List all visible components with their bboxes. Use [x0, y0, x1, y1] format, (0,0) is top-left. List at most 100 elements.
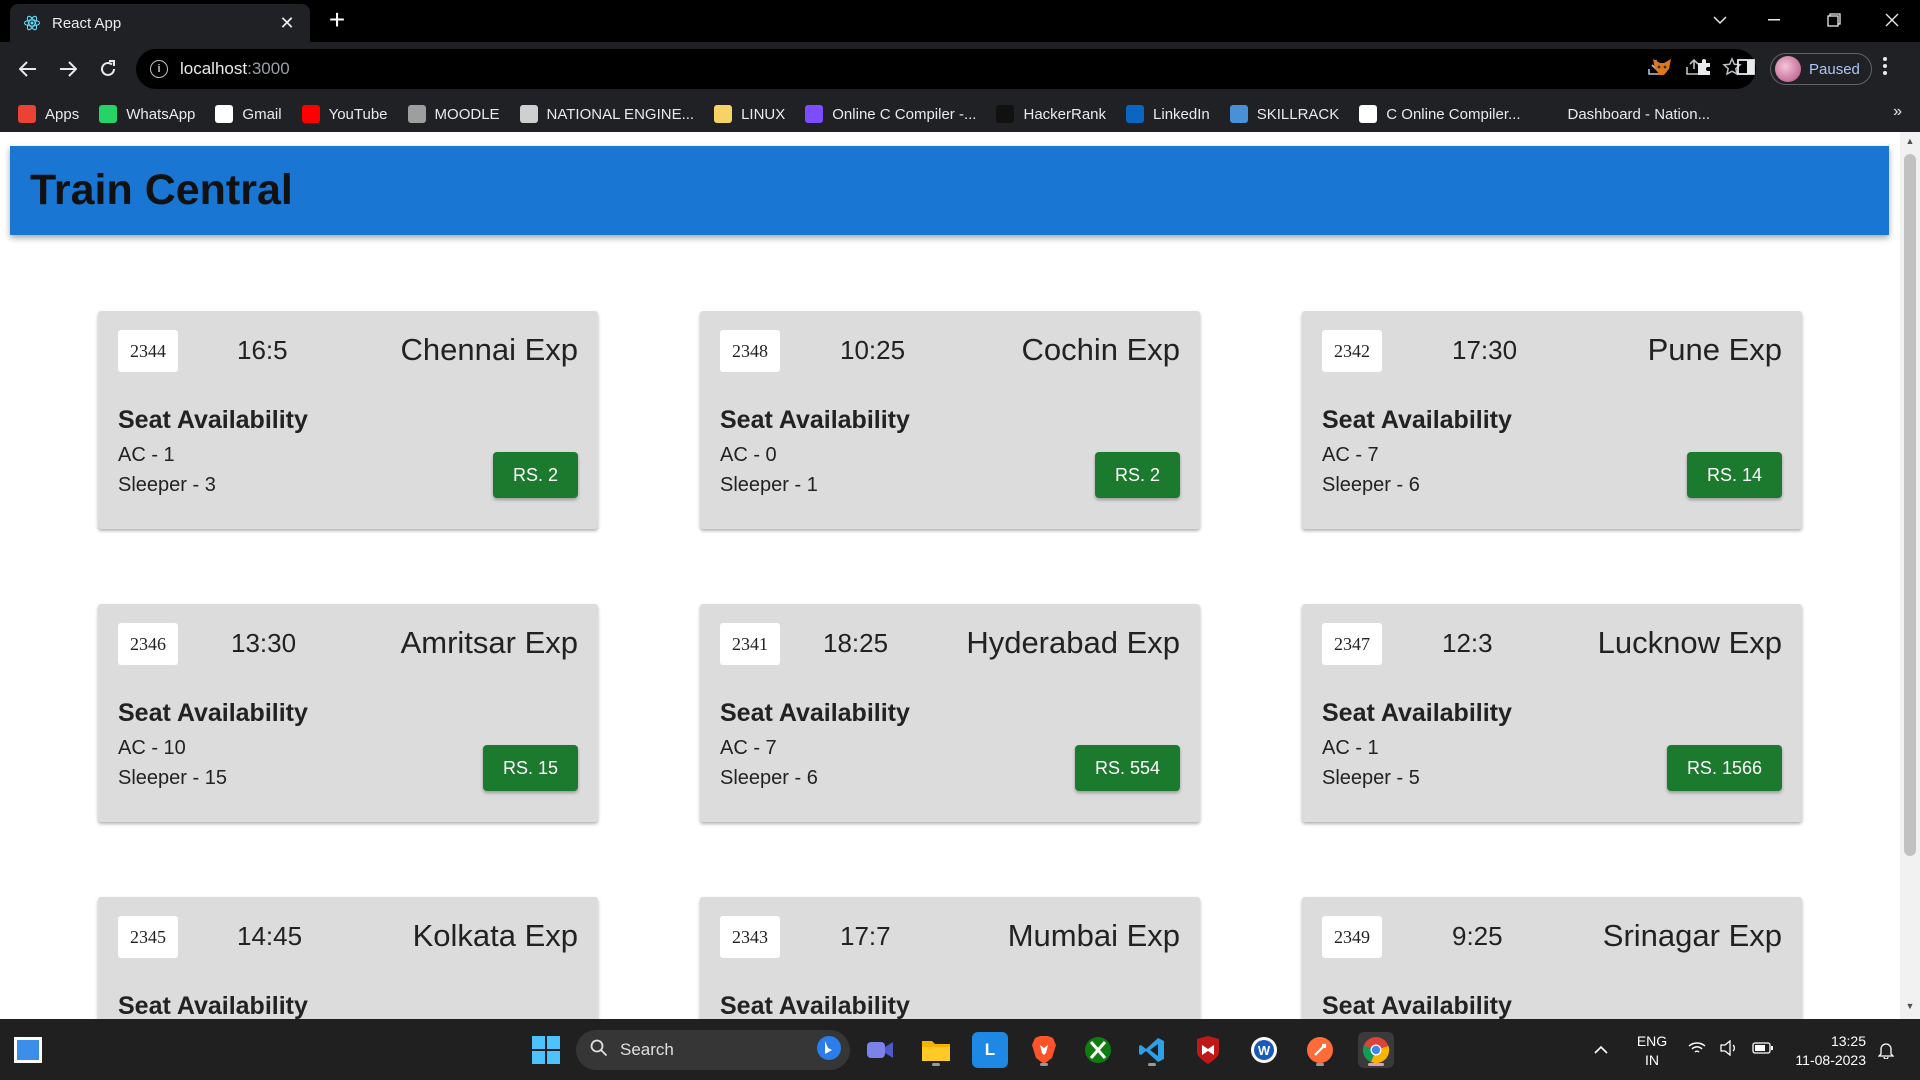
train-name: Cochin Exp: [1021, 332, 1180, 367]
bookmark-item[interactable]: LINUX: [714, 105, 785, 123]
ac-seats: AC - 1: [118, 444, 175, 466]
file-explorer-icon[interactable]: [918, 1032, 954, 1068]
bookmark-item[interactable]: C Online Compiler...: [1359, 105, 1521, 123]
side-panel-icon[interactable]: [1734, 55, 1758, 79]
bookmark-item[interactable]: LinkedIn: [1126, 105, 1210, 123]
taskbar-search-box[interactable]: Search: [576, 1030, 850, 1070]
price-button[interactable]: RS. 2: [1094, 452, 1180, 498]
bookmarks-bar: Apps WhatsApp Gmail YouTube MOODLE NATIONAL E…: [0, 96, 1920, 132]
clock-date: 11-08-2023: [1795, 1052, 1866, 1068]
bookmark-item[interactable]: NATIONAL ENGINE...: [519, 105, 694, 123]
new-tab-button[interactable]: +: [322, 6, 352, 36]
meet-icon[interactable]: [862, 1032, 898, 1068]
price-button[interactable]: RS. 554: [1074, 745, 1180, 791]
train-number: 2343: [720, 916, 780, 958]
bookmark-item[interactable]: SKILLRACK: [1229, 105, 1340, 123]
departure-time: 12:3: [1442, 628, 1493, 658]
restore-button[interactable]: [1806, 0, 1862, 40]
bookmark-label: SKILLRACK: [1256, 105, 1340, 123]
scroll-up-arrow-icon[interactable]: ▲: [1900, 136, 1920, 152]
price-button[interactable]: RS. 2: [492, 452, 578, 498]
train-name: Pune Exp: [1647, 332, 1782, 367]
word-icon[interactable]: W: [1246, 1032, 1282, 1068]
bookmark-item[interactable]: MOODLE: [407, 105, 500, 123]
price-button[interactable]: RS. 1566: [1666, 745, 1782, 791]
active-indicator: [1368, 1063, 1384, 1066]
train-name: Srinagar Exp: [1602, 918, 1782, 953]
browser-tab[interactable]: React App ✕: [10, 4, 310, 42]
running-indicator: [1148, 1063, 1156, 1066]
train-name: Kolkata Exp: [412, 918, 578, 953]
forward-button[interactable]: [54, 55, 82, 83]
screen: React App ✕ + i localhost:3000 Paused Ap…: [0, 0, 1920, 1080]
profile-button[interactable]: Paused: [1770, 53, 1872, 85]
mcafee-icon[interactable]: [1190, 1032, 1226, 1068]
bookmark-item[interactable]: HackerRank: [996, 105, 1106, 123]
app-title: Train Central: [30, 166, 293, 214]
tab-search-chevron-icon[interactable]: [1692, 0, 1748, 40]
bookmark-item[interactable]: YouTube: [301, 105, 388, 123]
more-menu-icon[interactable]: [1882, 56, 1888, 82]
sleeper-seats: Sleeper - 15: [118, 767, 227, 789]
taskbar-clock[interactable]: 13:25 11-08-2023: [1786, 1032, 1866, 1070]
url-port: :3000: [247, 59, 290, 78]
language-line-2: IN: [1645, 1052, 1659, 1068]
metamask-fox-icon[interactable]: [1650, 55, 1674, 79]
show-hidden-icons-chevron-icon[interactable]: [1594, 1019, 1608, 1080]
train-number: 2348: [720, 330, 780, 372]
svg-text:W: W: [1258, 1043, 1271, 1058]
price-button[interactable]: RS. 15: [482, 745, 578, 791]
scrollbar-thumb[interactable]: [1904, 154, 1916, 856]
site-info-icon[interactable]: i: [150, 60, 168, 78]
close-window-button[interactable]: [1864, 0, 1920, 40]
language-line-1: ENG: [1636, 1033, 1668, 1049]
minimize-button[interactable]: [1746, 0, 1802, 40]
postman-icon[interactable]: [1302, 1032, 1338, 1068]
train-number: 2341: [720, 623, 780, 665]
page-viewport: Train Central 2344 16:5 Chennai Exp Seat Av…: [0, 132, 1920, 1019]
page-scrollbar[interactable]: ▲ ▼: [1900, 132, 1920, 1019]
chrome-icon[interactable]: [1358, 1032, 1394, 1068]
bookmark-label: LinkedIn: [1153, 105, 1210, 123]
tab-close-icon[interactable]: ✕: [276, 13, 298, 34]
search-icon: [590, 1039, 608, 1062]
reload-button[interactable]: [94, 55, 122, 83]
browser-toolbar: i localhost:3000 Paused: [0, 42, 1920, 96]
google-icon: [215, 105, 234, 123]
search-label: Search: [620, 1040, 674, 1059]
bookmark-item[interactable]: WhatsApp: [99, 105, 195, 123]
bookmarks-overflow-icon[interactable]: »: [1893, 103, 1902, 121]
language-indicator[interactable]: ENG IN: [1632, 1032, 1672, 1070]
l-app-icon[interactable]: L: [972, 1032, 1008, 1068]
ac-seats: AC - 7: [720, 737, 777, 759]
scroll-down-arrow-icon[interactable]: ▼: [1900, 1001, 1920, 1017]
departure-time: 16:5: [237, 335, 288, 365]
ac-seats: AC - 0: [720, 444, 777, 466]
notification-bell-icon[interactable]: [1878, 1019, 1894, 1080]
bookmark-item[interactable]: Online C Compiler -...: [805, 105, 976, 123]
bookmark-item[interactable]: Gmail: [215, 105, 282, 123]
departure-time: 18:25: [823, 628, 889, 658]
running-indicator: [1316, 1063, 1324, 1066]
train-number: 2344: [118, 330, 178, 372]
train-card: 2348 10:25 Cochin Exp Seat Availability AC -…: [700, 311, 1200, 529]
windows-taskbar: Search L W ENG IN 13:25 11-08-2023: [0, 1019, 1920, 1080]
departure-time: 17:30: [1452, 335, 1518, 365]
battery-icon: [1752, 1041, 1774, 1059]
vscode-icon[interactable]: [1134, 1032, 1170, 1068]
back-button[interactable]: [14, 55, 42, 83]
departure-time: 14:45: [237, 921, 303, 951]
extensions-puzzle-icon[interactable]: [1692, 55, 1716, 79]
train-name: Lucknow Exp: [1597, 625, 1782, 660]
windows-start-icon[interactable]: [528, 1032, 564, 1068]
bing-icon[interactable]: [816, 1035, 842, 1066]
price-button[interactable]: RS. 14: [1686, 452, 1782, 498]
system-tray[interactable]: [1688, 1019, 1774, 1080]
bookmark-item[interactable]: Dashboard - Nation...: [1540, 105, 1710, 123]
running-indicator: [932, 1063, 940, 1066]
xbox-icon[interactable]: [1080, 1032, 1116, 1068]
address-bar[interactable]: i localhost:3000: [136, 49, 1756, 89]
bookmark-item[interactable]: Apps: [18, 105, 79, 123]
widgets-icon[interactable]: [14, 1037, 42, 1063]
brave-icon[interactable]: [1026, 1032, 1062, 1068]
